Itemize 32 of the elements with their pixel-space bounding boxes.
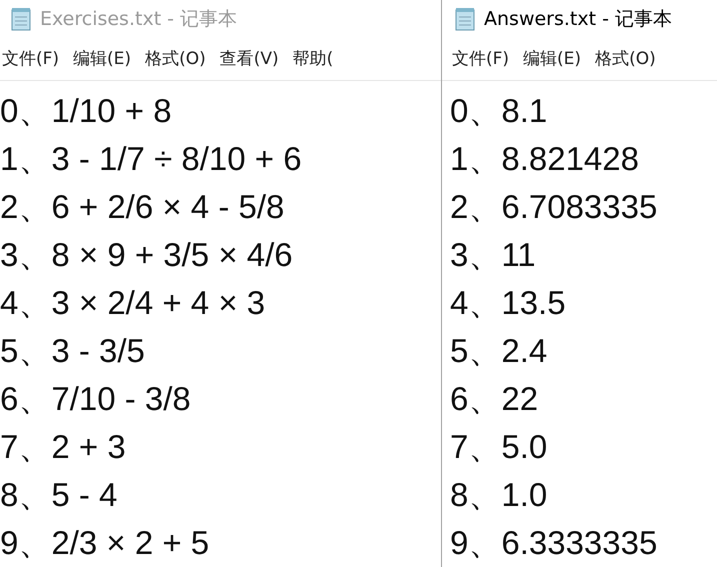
menu-item[interactable]: 帮助( [292, 47, 334, 70]
text-line: 2、6 + 2/6 × 4 - 5/8 [0, 187, 286, 227]
text-line: 3、11 [450, 235, 537, 275]
text-line: 6、7/10 - 3/8 [0, 379, 192, 419]
text-line: 7、5.0 [450, 427, 548, 467]
text-line: 9、2/3 × 2 + 5 [0, 523, 210, 563]
menu-item[interactable]: 格式(O) [595, 47, 656, 70]
window-title: Exercises.txt - 记事本 [40, 6, 238, 32]
text-line: 0、8.1 [450, 91, 548, 131]
text-line: 8、5 - 4 [0, 475, 118, 515]
menu-item[interactable]: 编辑(E) [73, 47, 132, 70]
text-line: 0、1/10 + 8 [0, 91, 173, 131]
text-line: 9、6.3333335 [450, 523, 658, 563]
notepad-icon [454, 6, 476, 31]
text-line: 8、1.0 [450, 475, 548, 515]
text-line: 2、6.7083335 [450, 187, 658, 227]
menu-item[interactable]: 查看(V) [220, 47, 279, 70]
menu-item[interactable]: 编辑(E) [523, 47, 582, 70]
window-title: Answers.txt - 记事本 [484, 6, 672, 32]
text-line: 4、3 × 2/4 + 4 × 3 [0, 283, 266, 323]
notepad-icon [10, 6, 32, 31]
text-line: 1、8.821428 [450, 139, 640, 179]
menu-item[interactable]: 文件(F) [452, 47, 510, 70]
menu-item[interactable]: 格式(O) [145, 47, 206, 70]
text-line: 7、2 + 3 [0, 427, 127, 467]
text-line: 5、2.4 [450, 331, 548, 371]
menu-item[interactable]: 文件(F) [2, 47, 60, 70]
text-line: 6、22 [450, 379, 540, 419]
text-line: 1、3 - 1/7 ÷ 8/10 + 6 [0, 139, 303, 179]
text-line: 4、13.5 [450, 283, 567, 323]
text-line: 3、8 × 9 + 3/5 × 4/6 [0, 235, 294, 275]
text-line: 5、3 - 3/5 [0, 331, 146, 371]
